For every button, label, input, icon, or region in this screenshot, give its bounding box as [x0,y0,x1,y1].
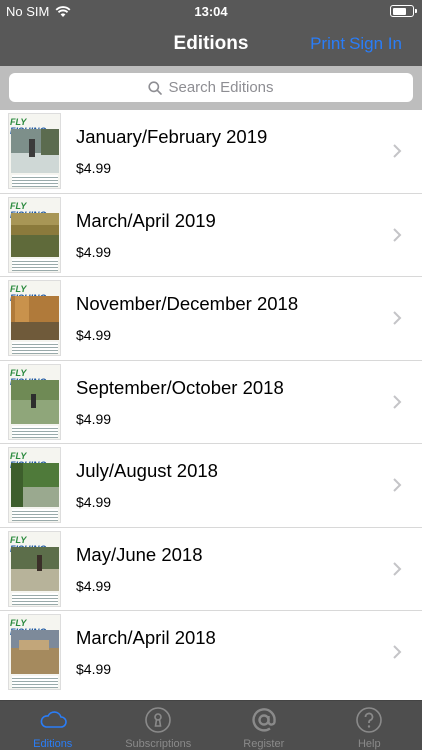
chevron-right-icon [393,645,402,659]
edition-title: November/December 2018 [76,293,299,314]
chevron-right-icon [393,478,402,492]
edition-row[interactable]: FLYFISHING January/February 2019 $4.99 [0,110,422,194]
tab-label: Register [243,738,285,750]
tab-label: Editions [33,738,73,750]
edition-price: $4.99 [76,661,112,677]
edition-price: $4.99 [76,327,112,343]
app-screen: No SIM 13:04 Editions Print Sign In Sear… [0,0,422,750]
edition-row[interactable]: FLYFISHING March/April 2019 $4.99 [0,194,422,277]
edition-title: September/October 2018 [76,376,284,398]
edition-row[interactable]: FLYFISHING September/October 2018 $4.99 [0,361,422,444]
edition-title: January/February 2019 [76,126,268,147]
navigation-bar: Editions Print Sign In [0,22,422,66]
question-icon [356,707,383,733]
tab-register[interactable]: Register [211,701,317,750]
edition-cover: FLYFISHING [8,196,61,273]
search-input[interactable]: Search Editions [9,73,413,102]
edition-price: $4.99 [76,494,112,510]
status-bar: No SIM 13:04 [0,0,422,22]
tab-label: Help [357,738,381,750]
edition-row[interactable]: FLYFISHING November/December 2018 $4.99 [0,277,422,361]
edition-title: March/April 2019 [76,209,216,231]
edition-row[interactable]: FLYFISHING May/June 2018 $4.99 [0,528,422,611]
tab-help[interactable]: Help [317,701,422,750]
edition-price: $4.99 [76,410,112,427]
nav-right-buttons: Print Sign In [310,34,402,54]
keyhole-icon [145,707,172,733]
edition-price: $4.99 [76,243,112,260]
tab-subscriptions[interactable]: Subscriptions [106,701,212,750]
chevron-right-icon [393,144,402,158]
edition-title: March/April 2018 [76,627,216,648]
chevron-right-icon [393,561,402,576]
chevron-right-icon [393,227,402,242]
sign-in-button[interactable]: Sign In [349,34,402,54]
edition-title: July/August 2018 [76,460,218,481]
edition-cover: FLYFISHING [8,363,61,440]
edition-row[interactable]: FLYFISHING March/April 2018 $4.99 [0,611,422,695]
cloud-icon [40,711,67,728]
battery-icon [390,5,417,17]
edition-cover: FLYFISHING [8,280,61,356]
at-icon [252,708,276,732]
edition-cover: FLYFISHING [8,614,61,690]
print-button[interactable]: Print [310,34,345,54]
edition-title: May/June 2018 [76,543,203,565]
edition-cover: FLYFISHING [8,113,61,189]
editions-list: FLYFISHING January/February 2019 $4.99 F… [0,110,422,700]
edition-cover: FLYFISHING [8,447,61,523]
edition-cover: FLYFISHING [8,530,61,607]
chevron-right-icon [393,311,402,325]
edition-price: $4.99 [76,160,112,176]
tab-editions[interactable]: Editions [0,701,106,750]
edition-row[interactable]: FLYFISHING July/August 2018 $4.99 [0,444,422,528]
tab-label: Subscriptions [125,738,192,750]
tab-bar: Editions Subscriptions Register Help [0,700,422,750]
chevron-right-icon [393,394,402,409]
search-bar: Search Editions [0,66,422,110]
edition-price: $4.99 [76,577,112,594]
search-icon [148,80,163,95]
search-placeholder: Search Editions [168,79,274,96]
status-time: 13:04 [194,4,228,19]
